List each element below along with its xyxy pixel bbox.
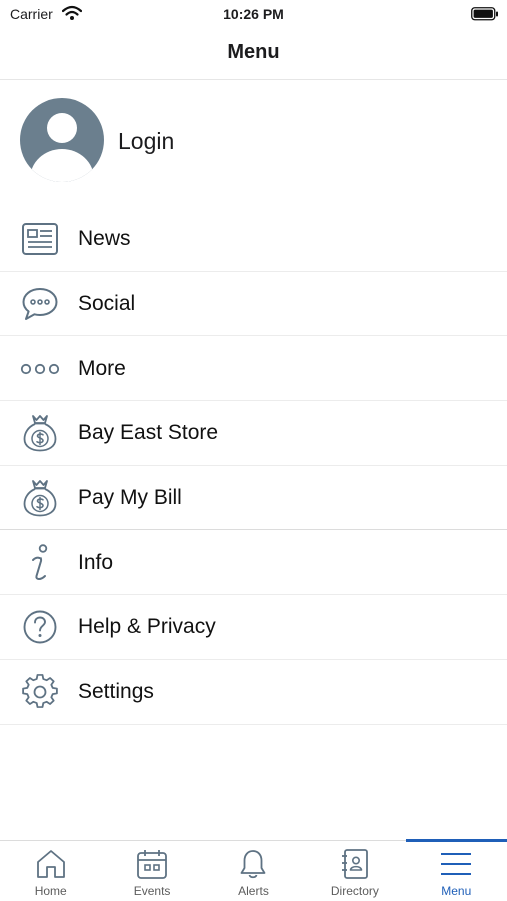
tab-directory[interactable]: Directory [304,841,405,901]
contacts-book-icon [304,848,405,880]
money-bag-icon [20,478,60,518]
menu-list: News Social More Bay East Store Pay My B… [0,207,507,725]
menu-item-settings[interactable]: Settings [0,660,507,725]
menu-item-social[interactable]: Social [0,272,507,337]
status-time: 10:26 PM [223,6,284,22]
login-label: Login [118,128,175,154]
menu-item-pay-my-bill[interactable]: Pay My Bill [0,466,507,531]
tab-label: Events [133,884,171,898]
home-icon [0,848,101,880]
menu-item-label: Help & Privacy [78,615,216,639]
info-icon [20,543,60,583]
tab-menu[interactable]: Menu [405,839,507,901]
gear-icon [20,672,60,712]
bell-icon [203,848,304,880]
menu-item-label: Bay East Store [78,421,219,445]
menu-item-label: Social [78,292,136,316]
tab-bar: Home Events Alerts Directory Menu [0,839,507,901]
newspaper-icon [20,219,60,259]
avatar-icon [19,97,105,188]
menu-item-label: More [78,356,126,380]
battery-icon [471,7,499,26]
status-bar: Carrier 10:26 PM [0,0,507,28]
tab-home[interactable]: Home [0,841,101,901]
tab-label: Menu [441,884,472,898]
tab-label: Directory [330,884,379,898]
navigation-bar: Menu [0,28,507,80]
help-icon [20,607,60,647]
menu-item-label: Pay My Bill [78,486,182,510]
tab-label: Alerts [238,884,269,898]
menu-item-news[interactable]: News [0,207,507,272]
tab-alerts[interactable]: Alerts [203,841,304,901]
hamburger-icon [406,848,507,880]
more-dots-icon [20,349,60,389]
active-tab-indicator [405,839,507,842]
tab-label: Home [34,884,67,898]
menu-item-help-privacy[interactable]: Help & Privacy [0,595,507,660]
menu-item-label: Settings [78,680,154,704]
tab-events[interactable]: Events [101,841,202,901]
chat-bubble-icon [20,284,60,324]
page-title: Menu [227,41,280,63]
money-bag-icon [20,413,60,453]
menu-item-label: News [78,227,131,251]
login-row[interactable]: Login [0,90,507,190]
menu-item-bay-east-store[interactable]: Bay East Store [0,401,507,466]
menu-item-label: Info [78,550,114,574]
calendar-icon [101,848,202,880]
menu-item-info[interactable]: Info [0,530,507,595]
menu-item-more[interactable]: More [0,336,507,401]
